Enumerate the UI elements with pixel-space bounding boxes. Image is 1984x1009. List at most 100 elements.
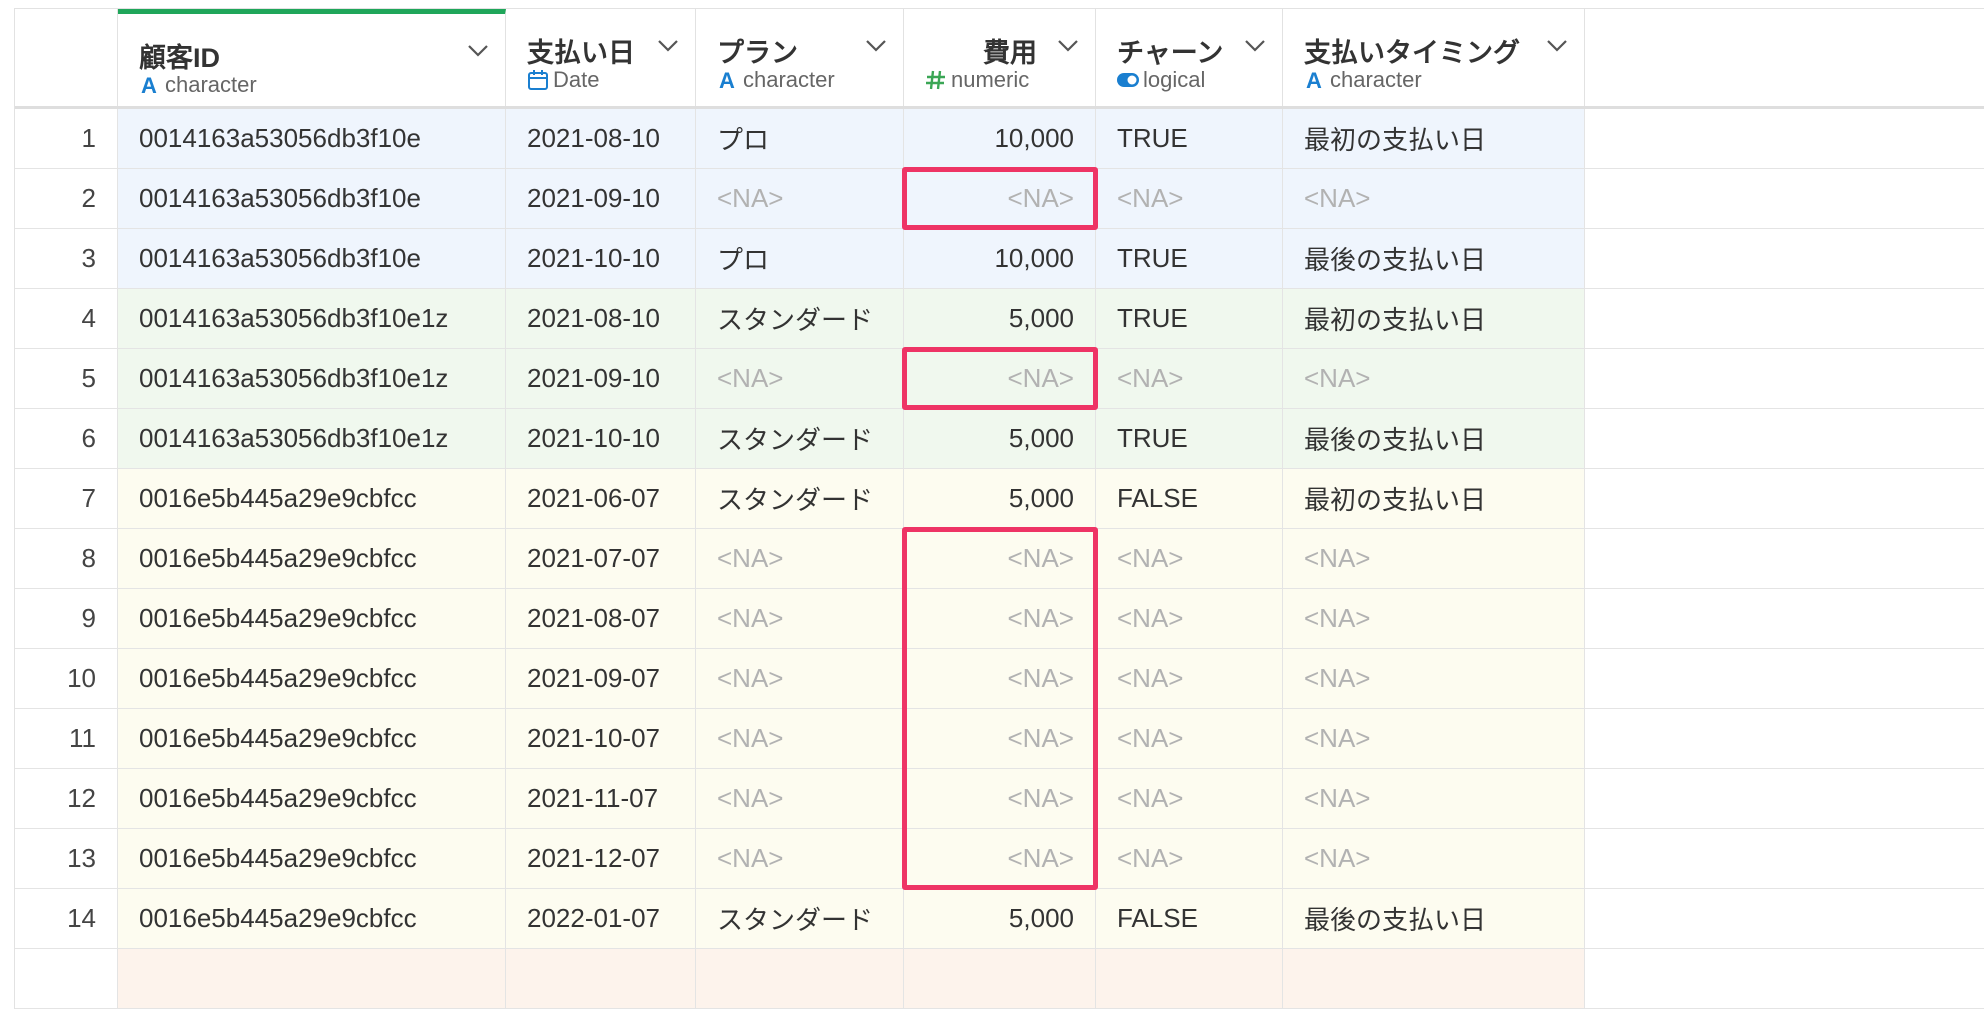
table-row[interactable]: 4 0014163a53056db3f10e1z 2021-08-10 スタンダード 5… (15, 289, 1984, 349)
table-cell[interactable]: <NA> (1283, 709, 1585, 768)
table-cell[interactable]: プロ (696, 109, 904, 168)
table-cell[interactable]: 2021-06-07 (506, 469, 696, 528)
table-cell[interactable]: <NA> (1283, 169, 1585, 228)
table-cell[interactable]: 0016e5b445a29e9cbfcc (118, 769, 506, 828)
table-cell[interactable]: 0016e5b445a29e9cbfcc (118, 709, 506, 768)
table-cell[interactable]: <NA> (904, 169, 1096, 228)
table-cell[interactable] (904, 949, 1096, 1008)
table-cell[interactable]: 0014163a53056db3f10e (118, 109, 506, 168)
table-cell[interactable]: 0016e5b445a29e9cbfcc (118, 589, 506, 648)
table-cell[interactable] (1283, 949, 1585, 1008)
table-cell[interactable]: <NA> (696, 829, 904, 888)
table-cell[interactable]: <NA> (1283, 349, 1585, 408)
table-cell[interactable]: <NA> (1096, 649, 1283, 708)
table-cell[interactable]: 2021-12-07 (506, 829, 696, 888)
table-cell[interactable]: <NA> (904, 529, 1096, 588)
table-row[interactable]: 12 0016e5b445a29e9cbfcc 2021-11-07 <NA> <NA>… (15, 769, 1984, 829)
table-cell[interactable]: 2021-09-07 (506, 649, 696, 708)
table-cell[interactable]: <NA> (904, 349, 1096, 408)
chevron-down-icon[interactable] (865, 39, 887, 53)
table-cell[interactable]: <NA> (696, 169, 904, 228)
table-cell[interactable]: 0014163a53056db3f10e (118, 169, 506, 228)
table-row[interactable]: 11 0016e5b445a29e9cbfcc 2021-10-07 <NA> <NA>… (15, 709, 1984, 769)
table-cell[interactable]: <NA> (904, 589, 1096, 648)
table-cell[interactable]: <NA> (1096, 349, 1283, 408)
table-cell[interactable]: <NA> (904, 829, 1096, 888)
table-cell[interactable]: <NA> (1283, 769, 1585, 828)
table-cell[interactable]: TRUE (1096, 289, 1283, 348)
table-cell[interactable]: TRUE (1096, 229, 1283, 288)
table-cell[interactable]: TRUE (1096, 109, 1283, 168)
table-cell[interactable]: <NA> (1096, 529, 1283, 588)
table-row[interactable]: 9 0016e5b445a29e9cbfcc 2021-08-07 <NA> <NA> <… (15, 589, 1984, 649)
table-cell[interactable]: <NA> (1283, 529, 1585, 588)
chevron-down-icon[interactable] (1057, 39, 1079, 53)
table-cell[interactable]: 5,000 (904, 289, 1096, 348)
table-row[interactable]: 6 0014163a53056db3f10e1z 2021-10-10 スタンダード 5… (15, 409, 1984, 469)
table-cell[interactable]: 2021-08-07 (506, 589, 696, 648)
table-cell[interactable]: <NA> (1283, 829, 1585, 888)
chevron-down-icon[interactable] (1244, 39, 1266, 53)
table-cell[interactable]: <NA> (696, 769, 904, 828)
table-cell[interactable]: 2022-01-07 (506, 889, 696, 948)
table-row[interactable]: 10 0016e5b445a29e9cbfcc 2021-09-07 <NA> <NA>… (15, 649, 1984, 709)
column-header-churn[interactable]: チャーン logical (1096, 9, 1283, 106)
table-cell[interactable]: <NA> (1096, 589, 1283, 648)
chevron-down-icon[interactable] (657, 39, 679, 53)
table-row[interactable]: 1 0014163a53056db3f10e 2021-08-10 プロ 10,000 T… (15, 109, 1984, 169)
chevron-down-icon[interactable] (1546, 39, 1568, 53)
table-cell[interactable]: 10,000 (904, 109, 1096, 168)
table-cell[interactable]: 5,000 (904, 889, 1096, 948)
table-cell[interactable]: 2021-08-10 (506, 109, 696, 168)
table-cell[interactable]: 最後の支払い日 (1283, 889, 1585, 948)
table-cell[interactable]: 0016e5b445a29e9cbfcc (118, 529, 506, 588)
table-cell[interactable] (696, 949, 904, 1008)
table-cell[interactable]: 0014163a53056db3f10e (118, 229, 506, 288)
table-cell[interactable] (1096, 949, 1283, 1008)
table-row[interactable]: 7 0016e5b445a29e9cbfcc 2021-06-07 スタンダード 5,0… (15, 469, 1984, 529)
table-cell[interactable]: 2021-10-07 (506, 709, 696, 768)
table-cell[interactable]: 2021-09-10 (506, 349, 696, 408)
table-cell[interactable]: 10,000 (904, 229, 1096, 288)
table-cell[interactable]: <NA> (904, 649, 1096, 708)
table-cell[interactable]: スタンダード (696, 889, 904, 948)
table-cell[interactable]: <NA> (904, 769, 1096, 828)
table-cell[interactable]: 最初の支払い日 (1283, 109, 1585, 168)
table-cell[interactable]: 2021-10-10 (506, 229, 696, 288)
table-cell[interactable]: 0016e5b445a29e9cbfcc (118, 649, 506, 708)
table-cell[interactable]: スタンダード (696, 289, 904, 348)
table-row[interactable]: 2 0014163a53056db3f10e 2021-09-10 <NA> <NA> <… (15, 169, 1984, 229)
table-cell[interactable]: 0014163a53056db3f10e1z (118, 349, 506, 408)
table-cell[interactable]: スタンダード (696, 409, 904, 468)
column-header-payment-timing[interactable]: 支払いタイミング A character (1283, 9, 1585, 106)
table-row[interactable]: 13 0016e5b445a29e9cbfcc 2021-12-07 <NA> <NA>… (15, 829, 1984, 889)
table-cell[interactable]: <NA> (1283, 649, 1585, 708)
table-cell[interactable]: <NA> (904, 709, 1096, 768)
table-cell[interactable]: 最初の支払い日 (1283, 469, 1585, 528)
table-cell[interactable]: <NA> (696, 349, 904, 408)
table-cell[interactable]: <NA> (696, 529, 904, 588)
table-row[interactable]: 5 0014163a53056db3f10e1z 2021-09-10 <NA> <NA… (15, 349, 1984, 409)
table-cell[interactable]: FALSE (1096, 889, 1283, 948)
table-cell[interactable]: プロ (696, 229, 904, 288)
table-row[interactable]: 3 0014163a53056db3f10e 2021-10-10 プロ 10,000 T… (15, 229, 1984, 289)
table-cell[interactable]: <NA> (1096, 709, 1283, 768)
table-cell[interactable]: 0016e5b445a29e9cbfcc (118, 469, 506, 528)
table-cell[interactable]: 最後の支払い日 (1283, 229, 1585, 288)
table-cell[interactable]: TRUE (1096, 409, 1283, 468)
table-cell[interactable]: <NA> (1096, 769, 1283, 828)
table-cell[interactable]: 2021-11-07 (506, 769, 696, 828)
table-cell[interactable]: 5,000 (904, 409, 1096, 468)
table-cell[interactable]: 2021-07-07 (506, 529, 696, 588)
table-cell[interactable]: 最後の支払い日 (1283, 409, 1585, 468)
table-cell[interactable]: 0014163a53056db3f10e1z (118, 289, 506, 348)
table-cell[interactable]: 2021-10-10 (506, 409, 696, 468)
table-cell[interactable]: <NA> (1096, 829, 1283, 888)
table-cell[interactable]: 2021-08-10 (506, 289, 696, 348)
chevron-down-icon[interactable] (467, 44, 489, 58)
table-cell[interactable]: 0016e5b445a29e9cbfcc (118, 829, 506, 888)
table-cell[interactable]: 0014163a53056db3f10e1z (118, 409, 506, 468)
table-cell[interactable] (118, 949, 506, 1008)
table-cell[interactable]: <NA> (1096, 169, 1283, 228)
column-header-payment-date[interactable]: 支払い日 Date (506, 9, 696, 106)
